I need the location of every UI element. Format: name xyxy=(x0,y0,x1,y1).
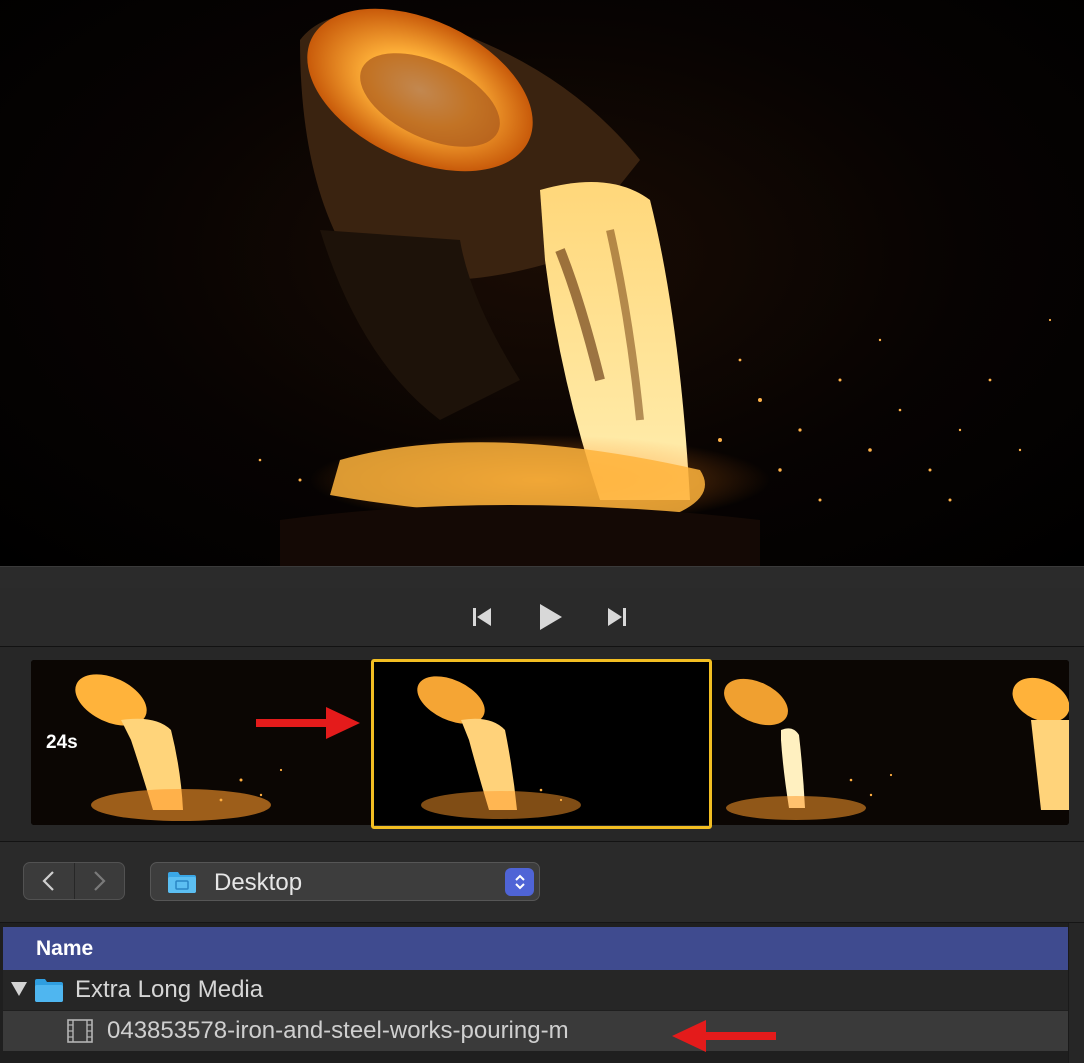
play-icon xyxy=(540,604,562,630)
column-header-name[interactable]: Name xyxy=(3,927,1068,970)
back-forward-control xyxy=(23,862,125,900)
skip-to-start-icon xyxy=(473,608,491,626)
folder-name: Extra Long Media xyxy=(75,976,264,1003)
chevron-left-icon xyxy=(42,871,54,891)
file-name: 043853578-iron-and-steel-works-pouring-m xyxy=(107,1017,569,1044)
forward-button[interactable] xyxy=(73,863,125,899)
location-label: Desktop xyxy=(214,869,303,896)
frame-thumbnail xyxy=(711,660,1069,825)
back-button[interactable] xyxy=(24,863,74,899)
play-button[interactable] xyxy=(530,588,570,646)
location-stepper xyxy=(505,868,534,896)
video-preview xyxy=(0,0,1084,566)
desktop-folder-icon xyxy=(168,872,196,893)
browser-navigation-bar: Desktop xyxy=(0,842,1084,923)
folder-icon xyxy=(35,979,63,1002)
preview-divider xyxy=(0,566,1084,589)
frame-thumbnail xyxy=(371,660,711,825)
skip-to-end-button[interactable] xyxy=(597,588,637,646)
skip-to-start-button[interactable] xyxy=(462,588,502,646)
frame-thumbnail xyxy=(31,660,371,825)
filmstrip-frame-selected[interactable] xyxy=(371,660,711,825)
film-icon xyxy=(67,1019,93,1043)
skip-to-end-icon xyxy=(608,608,626,626)
video-frame-image xyxy=(258,8,1052,566)
filmstrip[interactable] xyxy=(31,660,1069,825)
chevron-right-icon xyxy=(94,871,106,891)
annotation-arrow-right xyxy=(256,707,360,739)
filmstrip-area xyxy=(0,647,1084,842)
folder-row[interactable]: Extra Long Media xyxy=(3,970,1068,1010)
file-browser-list: Name Extra Long Media 043853578-iron-and… xyxy=(0,923,1084,1063)
list-scrollbar[interactable] xyxy=(1068,923,1084,1063)
transport-bar xyxy=(0,588,1084,647)
filmstrip-frame[interactable] xyxy=(711,660,1069,825)
location-popup-button[interactable]: Desktop xyxy=(150,862,540,901)
file-row[interactable]: 043853578-iron-and-steel-works-pouring-m xyxy=(3,1011,1068,1051)
clip-duration-label: 24s xyxy=(46,732,78,753)
annotation-arrow-left xyxy=(672,1020,776,1052)
column-header-label: Name xyxy=(36,937,94,960)
disclosure-triangle-icon[interactable] xyxy=(11,982,27,996)
filmstrip-frame[interactable] xyxy=(31,660,371,825)
up-down-chevron-icon xyxy=(514,874,525,890)
